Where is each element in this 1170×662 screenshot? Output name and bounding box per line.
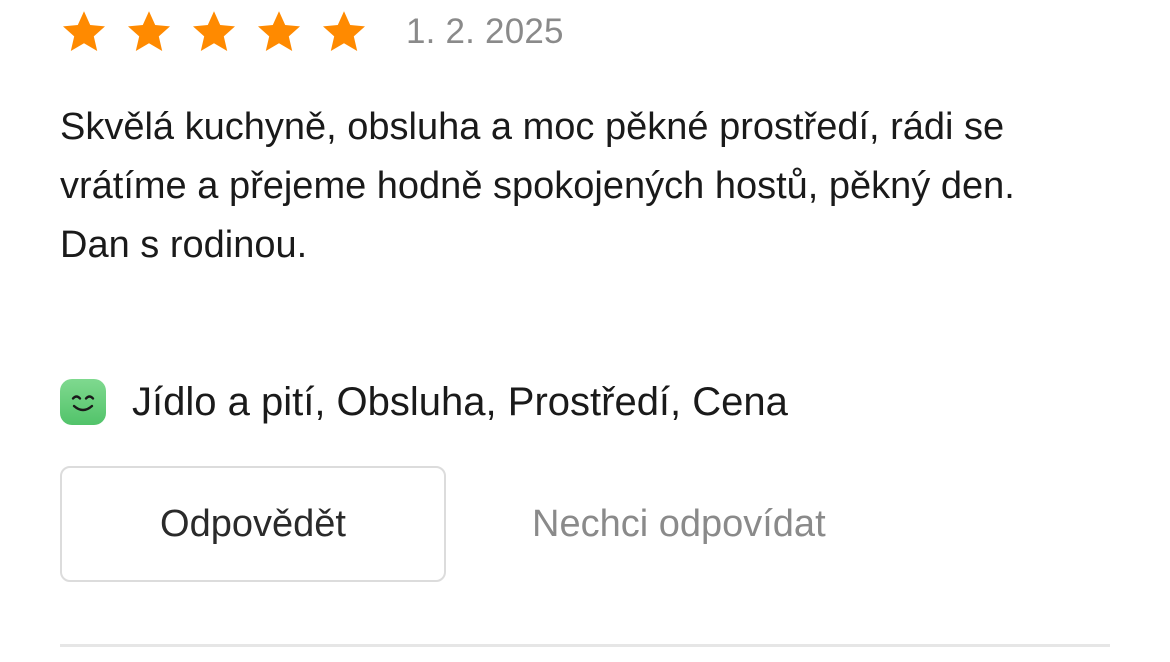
star-icon [255, 8, 303, 56]
review-card: 1. 2. 2025 Skvělá kuchyně, obsluha a moc… [60, 0, 1110, 662]
review-text-body: Skvělá kuchyně, obsluha a moc pěkné pros… [60, 106, 1015, 207]
rating-row: 1. 2. 2025 [60, 6, 564, 58]
divider [60, 644, 1110, 647]
decline-reply-link[interactable]: Nechci odpovídat [532, 503, 826, 546]
star-icon [60, 8, 108, 56]
review-text: Skvělá kuchyně, obsluha a moc pěkné pros… [60, 98, 1110, 275]
review-signature: Dan s rodinou. [60, 224, 308, 266]
star-icon [190, 8, 238, 56]
star-rating [60, 8, 368, 56]
star-icon [320, 8, 368, 56]
star-icon [125, 8, 173, 56]
review-date: 1. 2. 2025 [406, 12, 564, 51]
review-tags: Jídlo a pití, Obsluha, Prostředí, Cena [132, 379, 788, 424]
smiley-face-icon [60, 379, 106, 425]
review-actions: Odpovědět Nechci odpovídat [60, 466, 826, 582]
review-tags-row: Jídlo a pití, Obsluha, Prostředí, Cena [60, 374, 788, 430]
reply-button[interactable]: Odpovědět [60, 466, 446, 582]
